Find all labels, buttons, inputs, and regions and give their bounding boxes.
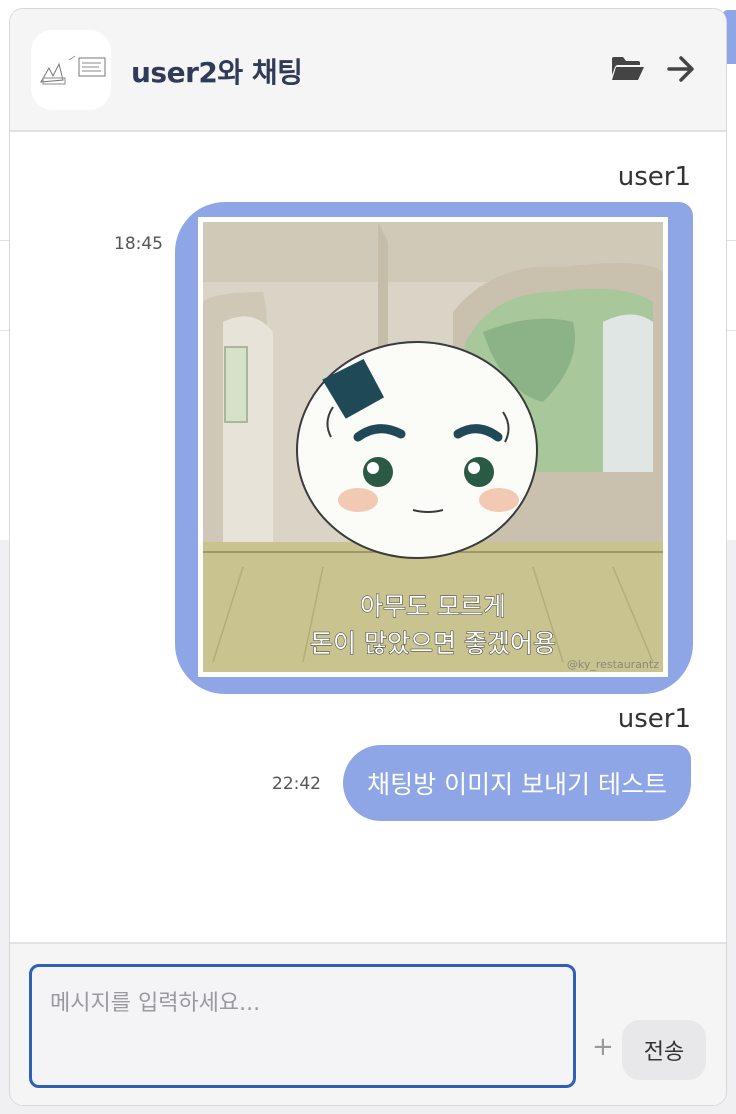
message-sender: user1 [617,704,691,734]
message-sender: user1 [617,162,691,192]
profile-thumbnail-icon [31,30,111,110]
chat-title: user2와 채팅 [131,56,303,89]
message-time: 22:42 [272,774,321,794]
text-message-bubble[interactable]: 채팅방 이미지 보내기 테스트 [343,745,691,821]
image-caption-line1: 아무도 모르게 [360,592,506,621]
image-caption-line2: 돈이 많았으면 좋겠어용 [310,629,556,658]
chat-header: user2와 채팅 [10,9,726,132]
image-attachment[interactable]: 아무도 모르게 돈이 많았으면 좋겠어용 @ky_restaurantz [198,217,668,677]
send-button[interactable]: 전송 [622,1020,706,1080]
folder-open-icon[interactable] [610,53,646,85]
plus-icon[interactable]: + [592,1034,614,1060]
message-time: 18:45 [114,234,163,254]
message-composer: + 전송 [10,942,726,1105]
rice-ball-image: 아무도 모르게 돈이 많았으면 좋겠어용 @ky_restaurantz [203,222,663,672]
image-message-bubble[interactable]: 아무도 모르게 돈이 많았으면 좋겠어용 @ky_restaurantz [175,202,693,694]
arrow-right-icon[interactable] [665,53,701,85]
image-watermark: @ky_restaurantz [567,658,659,671]
chat-window: user2와 채팅 user1 18:45 아무도 모르게 돈이 많았으면 좋겠… [9,8,727,1106]
avatar [31,30,111,110]
message-list[interactable]: user1 18:45 아무도 모르게 돈이 많았으면 좋겠어용 @ky_res… [10,134,726,942]
message-input[interactable] [29,964,576,1088]
